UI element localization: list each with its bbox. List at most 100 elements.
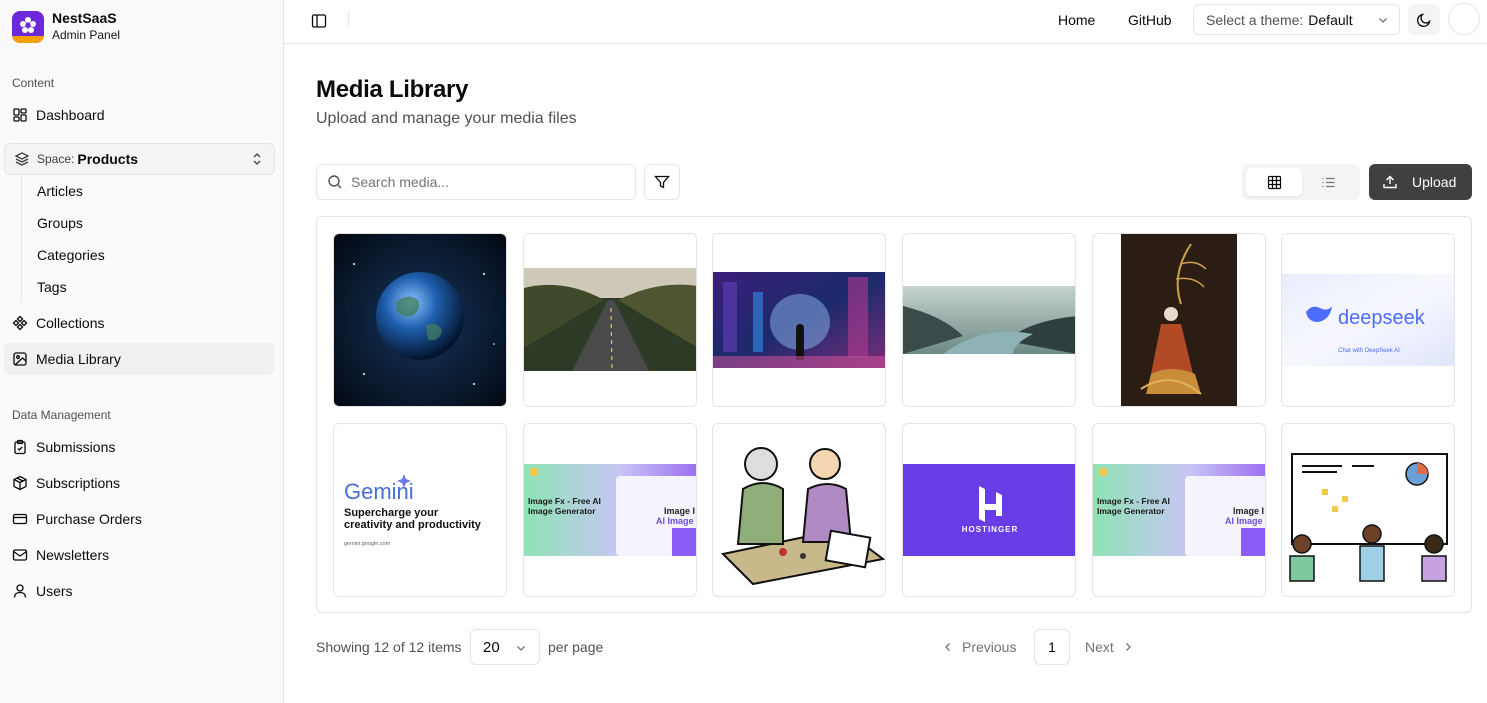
- media-item-gemini[interactable]: Gemini Supercharge your creativity and p…: [333, 423, 507, 597]
- road-image: [524, 268, 696, 371]
- media-item-deepseek[interactable]: deepseek Chat with DeepSeek AI: [1281, 233, 1455, 407]
- credit-card-icon: [12, 513, 28, 525]
- collections-icon: [12, 315, 28, 331]
- chevron-down-icon: [517, 646, 525, 651]
- media-item-canyon[interactable]: [902, 233, 1076, 407]
- media-grid: deepseek Chat with DeepSeek AI Gemini Su…: [316, 216, 1472, 613]
- media-item-road[interactable]: [523, 233, 697, 407]
- nestsaas-logo-icon: [12, 10, 44, 43]
- image-icon: [13, 352, 27, 366]
- media-item-earth[interactable]: [333, 233, 507, 407]
- sidebar-item-subscriptions[interactable]: Subscriptions: [4, 467, 274, 499]
- brand[interactable]: NestSaaS Admin Panel: [12, 10, 120, 43]
- media-item-artwork[interactable]: [1092, 233, 1266, 407]
- chevron-left-icon: [945, 643, 950, 651]
- dark-mode-toggle-button[interactable]: [1408, 4, 1440, 35]
- sidebar-item-media-library[interactable]: Media Library: [4, 343, 274, 375]
- svg-text:Image Fx - Free AI: Image Fx - Free AI: [1097, 496, 1170, 506]
- sidebar-item-categories[interactable]: Categories: [37, 247, 105, 263]
- dashboard-icon: [13, 108, 27, 122]
- brand-subtitle: Admin Panel: [52, 28, 121, 42]
- sidebar-item-label: Users: [36, 583, 73, 599]
- media-item-illustration-people[interactable]: [712, 423, 886, 597]
- svg-text:Image Fx - Free AI: Image Fx - Free AI: [528, 496, 601, 506]
- next-page-button[interactable]: Next: [1085, 639, 1134, 655]
- sidebar-item-dashboard[interactable]: Dashboard: [4, 99, 274, 131]
- user-icon: [13, 584, 27, 598]
- media-item-illustration-whiteboard[interactable]: [1281, 423, 1455, 597]
- per-page-select[interactable]: 20: [470, 629, 540, 665]
- svg-text:Image Generator: Image Generator: [528, 506, 596, 516]
- media-item-imagefx-2[interactable]: Image Fx - Free AI Image Generator Image…: [1092, 423, 1266, 597]
- moon-icon: [1416, 12, 1431, 27]
- list-view-button[interactable]: [1300, 168, 1356, 196]
- main-content: Home GitHub Select a theme: Default Medi…: [284, 0, 1487, 703]
- gemini-url: gemini.google.com: [344, 541, 391, 547]
- neon-city-image: [713, 272, 885, 368]
- filter-button[interactable]: [644, 164, 680, 200]
- home-link[interactable]: Home: [1058, 12, 1095, 28]
- whiteboard-illustration: [1289, 453, 1448, 582]
- list-icon: [1322, 177, 1334, 187]
- sidebar-item-label: Newsletters: [36, 547, 110, 563]
- grid-icon: [1267, 175, 1281, 189]
- brand-title: NestSaaS: [52, 10, 117, 26]
- sidebar-item-articles[interactable]: Articles: [37, 183, 83, 199]
- people-illustration: [720, 447, 885, 586]
- view-mode-toggle: [1242, 164, 1360, 200]
- sidebar-item-label: Media Library: [36, 351, 121, 367]
- filter-icon: [654, 175, 670, 189]
- github-link[interactable]: GitHub: [1128, 12, 1172, 28]
- theme-select-prefix: Select a theme:: [1206, 11, 1304, 28]
- sidebar-toggle-button[interactable]: [308, 10, 330, 32]
- previous-label: Previous: [962, 639, 1017, 655]
- mail-icon: [12, 549, 28, 561]
- grid-view-button[interactable]: [1246, 168, 1302, 196]
- upload-button[interactable]: Upload: [1369, 164, 1472, 200]
- media-item-imagefx-1[interactable]: Image Fx - Free AI Image Generator Image…: [523, 423, 697, 597]
- per-page-value: 20: [483, 638, 500, 656]
- toolbar-divider: [348, 11, 349, 27]
- media-item-neon-city[interactable]: [712, 233, 886, 407]
- per-page-label: per page: [548, 639, 604, 655]
- sidebar-item-purchase-orders[interactable]: Purchase Orders: [4, 503, 274, 535]
- search-input[interactable]: [351, 174, 611, 190]
- topbar: Home GitHub Select a theme: Default: [284, 0, 1487, 44]
- user-avatar[interactable]: [1448, 3, 1480, 35]
- page-1-button[interactable]: 1: [1034, 629, 1070, 665]
- space-value: Products: [77, 151, 139, 167]
- earth-image: [334, 234, 506, 406]
- theme-select[interactable]: Select a theme: Default: [1193, 4, 1400, 35]
- sidebar-item-groups[interactable]: Groups: [37, 215, 83, 231]
- sidebar-item-submissions[interactable]: Submissions: [4, 431, 274, 463]
- clipboard-check-icon: [14, 439, 26, 455]
- gemini-tagline-2: creativity and productivity: [344, 519, 482, 531]
- imagefx-image: Image Fx - Free AI Image Generator Image…: [524, 464, 696, 556]
- sidebar-item-tags[interactable]: Tags: [37, 279, 67, 295]
- theme-select-value: Default: [1308, 11, 1353, 28]
- sidebar-item-users[interactable]: Users: [4, 575, 274, 607]
- sidebar: NestSaaS Admin Panel Content Dashboard S…: [0, 0, 284, 703]
- svg-text:Image I: Image I: [1233, 506, 1264, 516]
- hostinger-image: HOSTINGER: [903, 464, 1075, 556]
- gemini-image: Gemini Supercharge your creativity and p…: [334, 424, 506, 596]
- deepseek-subtitle: Chat with DeepSeek AI: [1338, 348, 1400, 354]
- previous-page-button[interactable]: Previous: [942, 639, 1016, 655]
- chevron-right-icon: [1125, 643, 1131, 651]
- media-item-hostinger[interactable]: HOSTINGER: [902, 423, 1076, 597]
- sidebar-item-newsletters[interactable]: Newsletters: [4, 539, 274, 571]
- submenu-rail: [21, 176, 22, 302]
- sidebar-item-label: Collections: [36, 315, 105, 331]
- chevrons-up-down-icon: [253, 153, 261, 165]
- package-icon: [13, 475, 27, 491]
- svg-text:AI Image: AI Image: [1225, 516, 1263, 526]
- search-box[interactable]: [316, 164, 636, 200]
- artwork-image: [1121, 234, 1237, 406]
- layers-icon: [14, 152, 30, 166]
- upload-label: Upload: [1412, 174, 1457, 190]
- page-subtitle: Upload and manage your media files: [316, 110, 577, 127]
- next-label: Next: [1085, 639, 1114, 655]
- space-selector[interactable]: Space: Products: [4, 143, 275, 175]
- sidebar-item-collections[interactable]: Collections: [4, 307, 274, 339]
- canyon-image: [903, 286, 1075, 354]
